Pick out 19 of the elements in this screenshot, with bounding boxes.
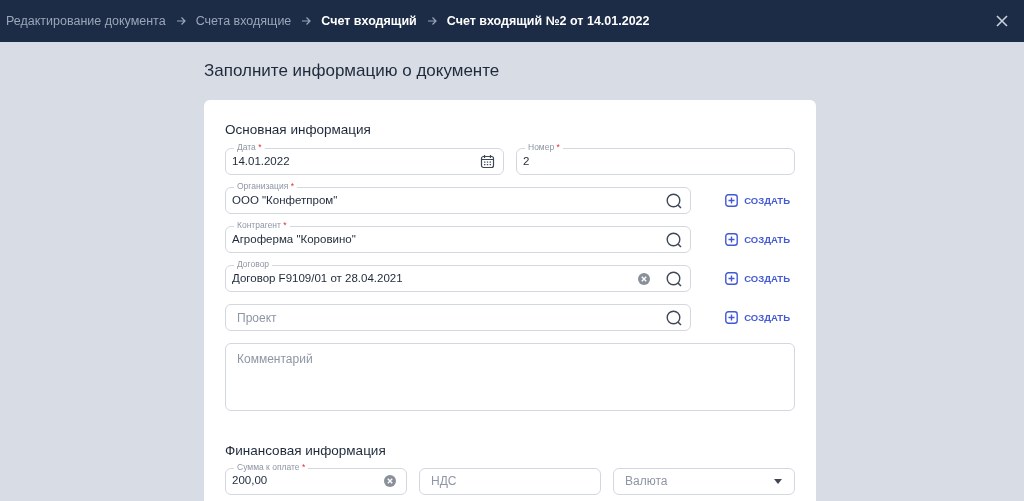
breadcrumb-link[interactable]: Счет входящий [321,11,417,31]
create-button[interactable]: СОЗДАТЬ [725,232,790,247]
breadcrumb-link[interactable]: Счет входящий №2 от 14.01.2022 [446,11,650,31]
create-button[interactable]: СОЗДАТЬ [725,271,790,286]
field-label: Дата * [234,142,265,154]
section-title: Основная информация [225,121,372,139]
breadcrumb-link[interactable]: Счета входящие [195,11,292,31]
field-label: Сумма к оплате * [234,461,309,473]
field-label: Номер * [525,142,563,154]
create-button[interactable]: СОЗДАТЬ [725,193,790,208]
comment-field[interactable]: Комментарий [225,343,795,412]
section-title: Финансовая информация [225,442,387,461]
field-label: Организация * [234,181,297,193]
select-field[interactable]: Валюта [613,467,795,495]
breadcrumb-link[interactable]: Редактирование документа [6,11,166,31]
field-label: Контрагент * [234,220,290,232]
create-button[interactable]: СОЗДАТЬ [725,310,790,325]
page-title: Заполните информацию о документе [204,60,501,82]
field-label: Договор [234,259,273,271]
